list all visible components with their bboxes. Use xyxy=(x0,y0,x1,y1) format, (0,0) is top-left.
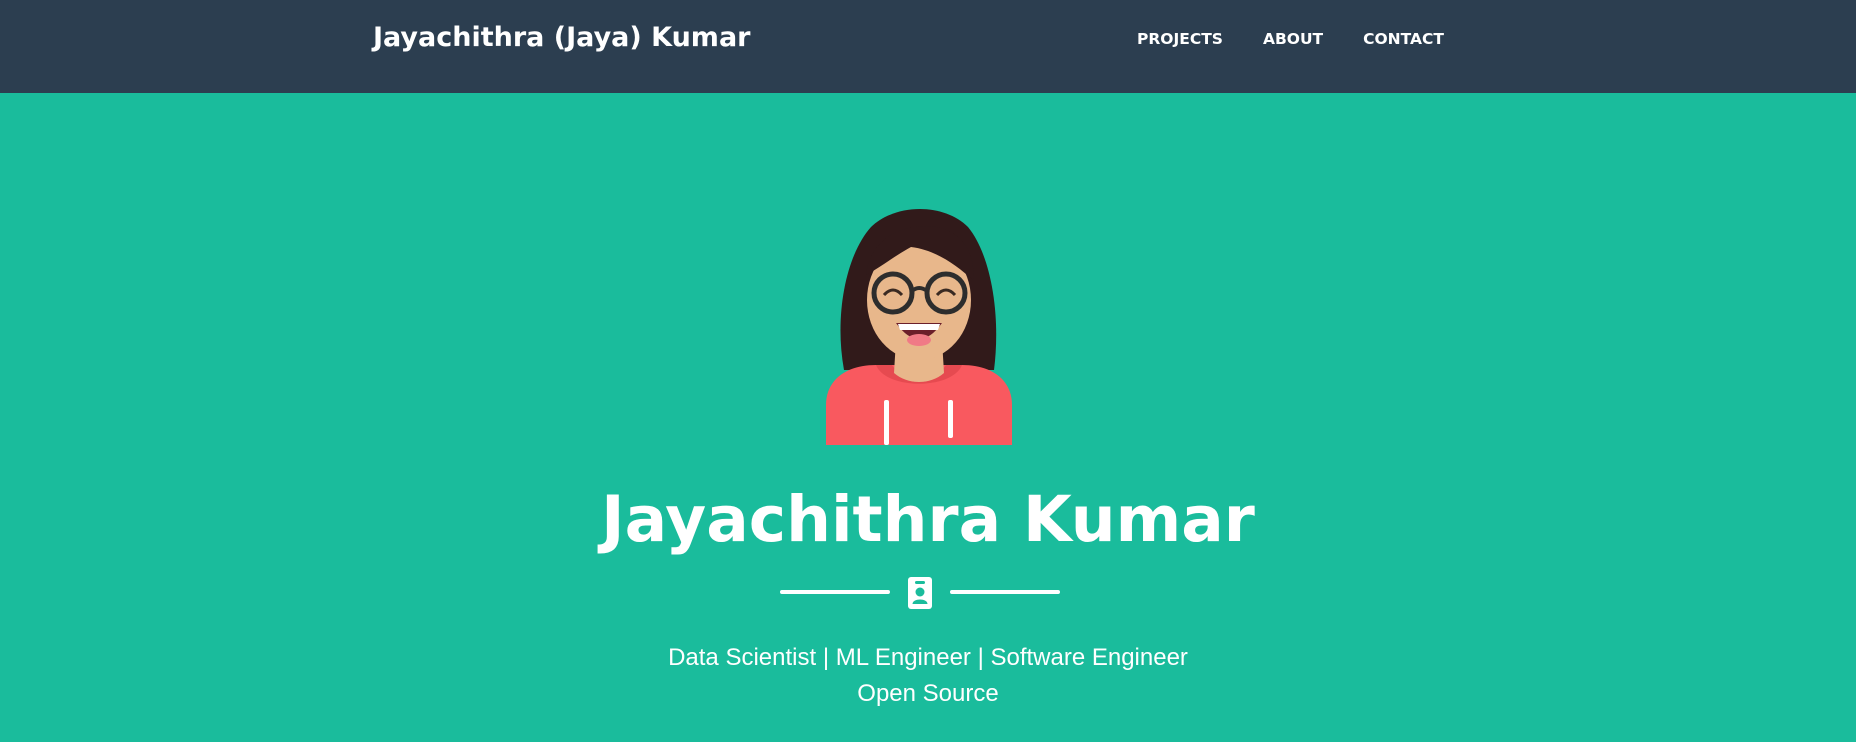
id-badge-icon xyxy=(908,577,932,609)
divider-line-right xyxy=(950,590,1060,594)
navbar: Jayachithra (Jaya) Kumar PROJECTS ABOUT … xyxy=(0,0,1856,93)
masthead-subheading-roles: Data Scientist | ML Engineer | Software … xyxy=(668,644,1188,671)
nav-link-about[interactable]: ABOUT xyxy=(1263,30,1323,48)
brand-link[interactable]: Jayachithra (Jaya) Kumar xyxy=(373,22,750,53)
avatar-icon xyxy=(826,209,1012,445)
teeth xyxy=(898,324,940,330)
nav-link-contact[interactable]: CONTACT xyxy=(1363,30,1444,48)
nav-link-projects[interactable]: PROJECTS xyxy=(1137,30,1223,48)
hoodie-string-right xyxy=(948,400,953,438)
divider-line-left xyxy=(780,590,890,594)
masthead-heading: Jayachithra Kumar xyxy=(601,483,1255,556)
divider xyxy=(780,574,1060,610)
masthead-subheading-open-source: Open Source xyxy=(857,680,999,707)
nav-links: PROJECTS ABOUT CONTACT xyxy=(1137,30,1484,48)
tongue xyxy=(907,334,931,346)
hoodie-string-left xyxy=(884,400,889,445)
